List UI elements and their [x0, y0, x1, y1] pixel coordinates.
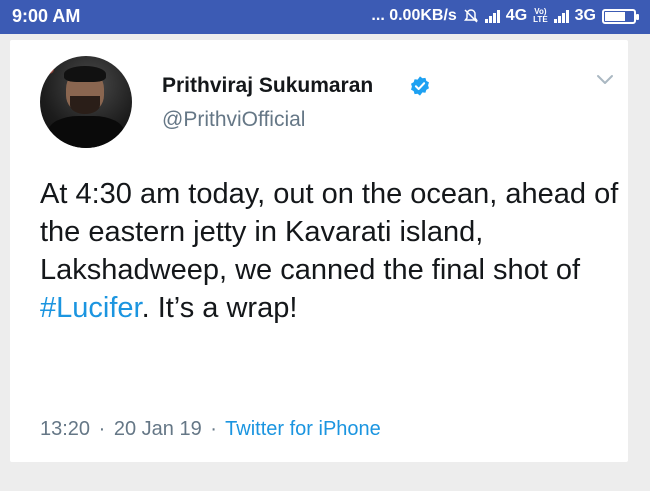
author-name[interactable]: Prithviraj Sukumaran	[162, 74, 373, 98]
network-4g: 4G	[505, 7, 528, 24]
volte-label-bottom: LTE	[533, 15, 548, 24]
hashtag-link[interactable]: #Lucifer	[40, 292, 142, 324]
verified-badge-icon	[411, 76, 429, 96]
chevron-down-icon[interactable]	[596, 74, 614, 86]
battery-icon	[602, 8, 639, 24]
meta-separator-2: ·	[210, 418, 217, 440]
tweet-date[interactable]: 20 Jan 19	[114, 418, 202, 440]
signal-icon-2	[553, 9, 569, 23]
silent-icon	[463, 9, 478, 23]
tweet-meta: 13:20 · 20 Jan 19 · Twitter for iPhone	[40, 418, 381, 441]
network-3g: 3G	[574, 7, 596, 24]
signal-icon	[484, 9, 500, 23]
volte-label: Vo) LTE	[533, 8, 548, 24]
status-bar: 9:00 AM ... 0.00KB/s 4G Vo) LTE 3G	[0, 0, 650, 34]
meta-separator: ·	[98, 418, 106, 440]
tweet-text-main: At 4:30 am today, out on the ocean, ahea…	[40, 178, 619, 286]
status-icons: ... 0.00KB/s 4G Vo) LTE 3G	[371, 7, 639, 25]
network-speed: ... 0.00KB/s	[371, 7, 457, 24]
status-time: 9:00 AM	[12, 6, 81, 26]
tweet-text: At 4:30 am today, out on the ocean, ahea…	[40, 175, 620, 327]
tweet-source-link[interactable]: Twitter for iPhone	[225, 418, 381, 440]
tweet-text-end: . It’s a wrap!	[141, 292, 298, 324]
tweet-time[interactable]: 13:20	[40, 418, 90, 440]
avatar[interactable]	[40, 56, 132, 148]
tweet-card: Prithviraj Sukumaran @PrithviOfficial At…	[10, 40, 628, 462]
author-handle[interactable]: @PrithviOfficial	[162, 108, 305, 132]
